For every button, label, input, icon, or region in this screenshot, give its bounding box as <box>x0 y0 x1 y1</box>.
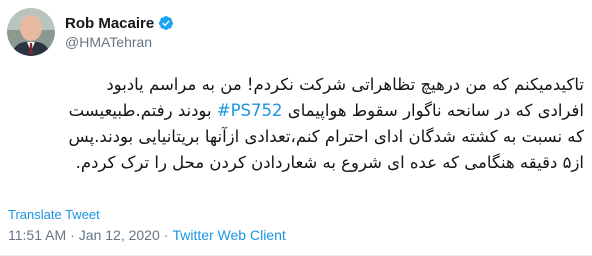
meta-separator: · <box>163 227 169 243</box>
tweet-text-fragment: افرادی که در سانحه ناگوار سقوط هواپیمای <box>282 101 584 120</box>
tweet-text-line: تاکیدمیکنم که من درهیچ تظاهراتی شرکت نکر… <box>106 75 584 94</box>
tweet-card: Rob Macaire @HMATehran تاکیدمیکنم که من … <box>0 0 592 256</box>
author-name[interactable]: Rob Macaire <box>65 15 154 32</box>
tweet-text: تاکیدمیکنم که من درهیچ تظاهراتی شرکت نکر… <box>8 72 584 176</box>
tweet-text-line: افرادی که در سانحه ناگوار سقوط هواپیمای … <box>8 98 584 124</box>
tweet-text-line: که نسبت به کشته شدگان ادای احترام کنم،تع… <box>68 127 584 146</box>
verified-badge-icon <box>158 15 174 31</box>
meta-separator: · <box>70 227 75 243</box>
tweet-header: Rob Macaire @HMATehran <box>7 6 174 58</box>
tweet-text-fragment: بودند رفتم.طبیعیست <box>68 101 217 120</box>
hashtag-link[interactable]: #PS752 <box>217 101 283 120</box>
tweet-date[interactable]: Jan 12, 2020 <box>79 227 160 243</box>
tweet-client-link[interactable]: Twitter Web Client <box>172 227 285 243</box>
tweet-time[interactable]: 11:51 AM <box>8 227 66 243</box>
avatar[interactable] <box>7 8 55 56</box>
translate-tweet-link[interactable]: Translate Tweet <box>8 207 100 222</box>
tweet-text-line: از۵ دقیقه هنگامی که عده ای شروع به شعارد… <box>75 153 584 172</box>
author-identity: Rob Macaire @HMATehran <box>65 15 174 50</box>
author-handle[interactable]: @HMATehran <box>65 34 174 50</box>
avatar-image <box>7 8 55 56</box>
name-row: Rob Macaire <box>65 15 174 32</box>
tweet-meta: 11:51 AM · Jan 12, 2020 · Twitter Web Cl… <box>8 227 286 243</box>
